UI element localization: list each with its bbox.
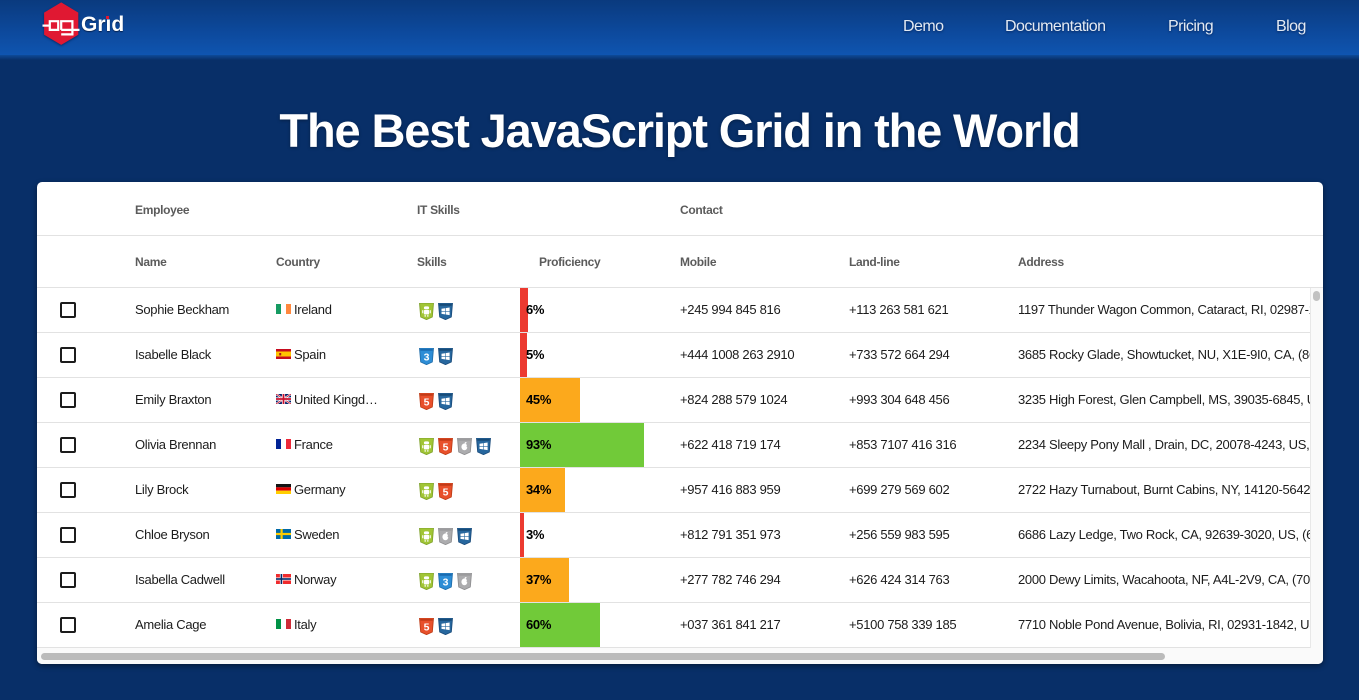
svg-text:5: 5 — [424, 397, 430, 409]
svg-text:3: 3 — [424, 352, 430, 364]
svg-text:5: 5 — [424, 622, 430, 634]
svg-text:3: 3 — [443, 577, 449, 589]
svg-text:5: 5 — [443, 442, 449, 454]
svg-text:5: 5 — [443, 487, 449, 499]
